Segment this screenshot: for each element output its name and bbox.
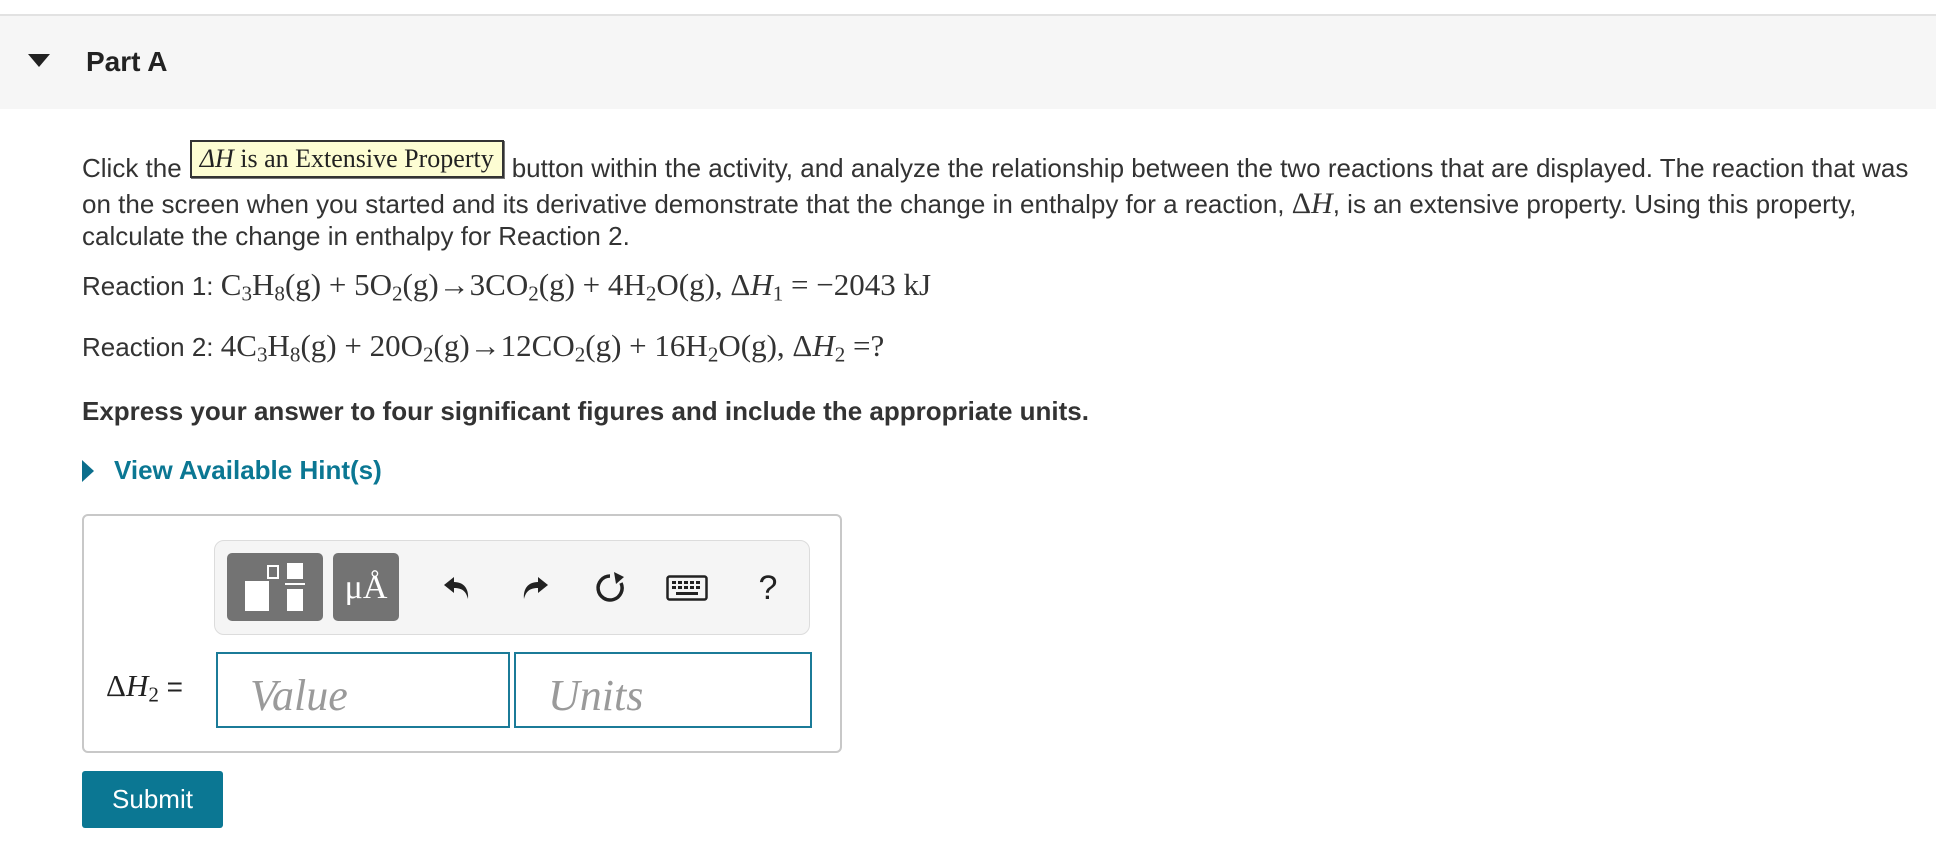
extensive-property-button[interactable]: ΔH is an Extensive Property	[189, 140, 504, 178]
keyboard-button[interactable]	[663, 565, 711, 611]
view-hints-toggle[interactable]: View Available Hint(s)	[82, 455, 382, 486]
redo-icon	[523, 577, 548, 599]
part-title: Part A	[86, 46, 168, 77]
keyboard-icon	[666, 575, 708, 601]
collapse-arrow-icon[interactable]	[28, 54, 50, 67]
intro-prefix: Click the	[82, 153, 182, 183]
templates-button[interactable]	[227, 553, 323, 621]
units-button[interactable]: μÅ	[333, 553, 399, 621]
reaction-2-equation: 4C3H8(g) + 20O2(g)→12CO2(g) + 16H2O(g), …	[220, 328, 885, 367]
view-hints-link[interactable]: View Available Hint(s)	[114, 455, 382, 486]
answer-variable-equals: =	[166, 671, 184, 702]
math-toolbar: μÅ ?	[214, 540, 810, 635]
answer-box: μÅ ? ΔH2 = Value Units	[82, 514, 842, 753]
undo-icon	[444, 577, 469, 599]
submit-button[interactable]: Submit	[82, 771, 223, 828]
reaction-2: Reaction 2: 4C3H8(g) + 20O2(g)→12CO2(g) …	[82, 328, 885, 367]
reaction-2-label: Reaction 2:	[82, 332, 214, 362]
reaction-1-label: Reaction 1:	[82, 271, 214, 301]
expand-arrow-icon	[82, 459, 94, 482]
answer-variable-symbol: ΔH2	[106, 668, 159, 707]
answer-instruction: Express your answer to four significant …	[82, 396, 1089, 426]
question-intro: Click the ΔH is an Extensive Property butt…	[82, 140, 1922, 252]
reset-button[interactable]	[587, 565, 633, 611]
help-icon: ?	[758, 568, 778, 607]
reaction-1: Reaction 1: C3H8(g) + 5O2(g)→3CO2(g) + 4…	[82, 267, 932, 306]
reaction-1-delta-value: −2043 kJ	[816, 267, 932, 302]
value-input[interactable]	[216, 652, 510, 728]
units-icon: μÅ	[344, 569, 388, 606]
units-input[interactable]	[514, 652, 812, 728]
reset-icon	[596, 572, 624, 602]
reaction-1-equation: C3H8(g) + 5O2(g)→3CO2(g) + 4H2O(g), ΔH1 …	[220, 267, 932, 306]
delta-h-symbol: ΔH	[1291, 187, 1333, 220]
undo-button[interactable]	[435, 565, 481, 611]
reaction-2-delta-value: ?	[870, 328, 885, 363]
redo-button[interactable]	[511, 565, 557, 611]
activity-button-delta: ΔH	[199, 144, 234, 173]
answer-variable-label: ΔH2 =	[106, 668, 184, 707]
help-button[interactable]: ?	[745, 565, 791, 611]
part-header[interactable]	[0, 16, 1936, 109]
